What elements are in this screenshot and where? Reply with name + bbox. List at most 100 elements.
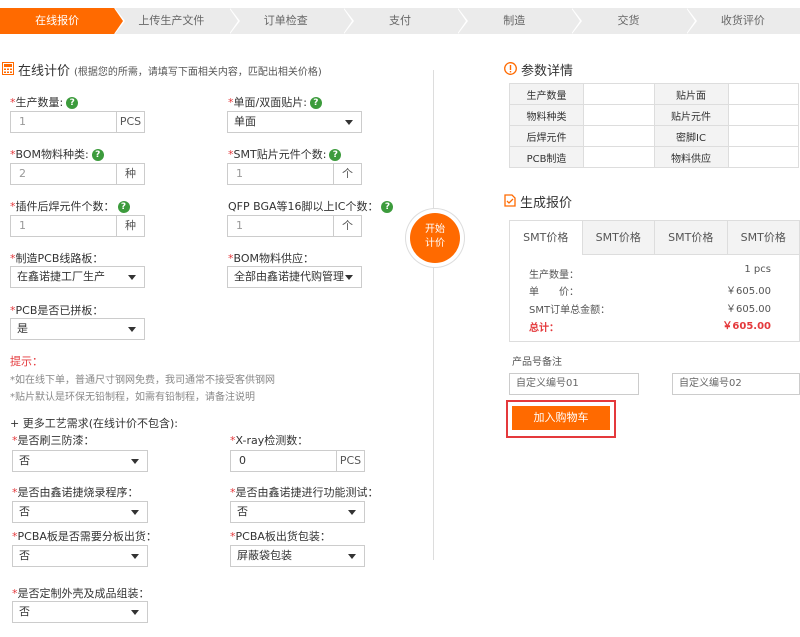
split-label: *PCBA板是否需要分板出货： <box>12 530 157 543</box>
plugin-label: *插件后焊元件个数：? <box>10 198 130 214</box>
step-delivery[interactable]: 交货 <box>571 8 697 34</box>
step-order-check[interactable]: 订单检查 <box>228 8 355 34</box>
table-row: PCB制造 物料供应 <box>509 146 799 168</box>
dropdown-arrow-icon <box>131 554 139 559</box>
burn-select[interactable]: 否 <box>12 501 148 523</box>
quote-header: 生成报价 <box>504 192 572 211</box>
tip-line-1: *如在线下单，普通尺寸钢网免费，我司通常不接受客供钢网 <box>10 375 275 386</box>
smt-input[interactable]: 1个 <box>227 163 362 185</box>
help-icon[interactable]: ? <box>329 149 342 161</box>
dropdown-arrow-icon <box>128 275 136 280</box>
pack-select[interactable]: 屏蔽袋包装 <box>230 545 365 567</box>
custom-code-1-input[interactable]: 自定义编号01 <box>509 373 639 395</box>
plugin-unit: 种 <box>116 216 144 236</box>
pcb-select[interactable]: 在鑫诺捷工厂生产 <box>10 266 145 288</box>
panel-label: *PCB是否已拼板： <box>10 304 104 317</box>
qfp-label: QFP BGA等16脚以上IC个数：? <box>228 198 394 214</box>
dropdown-arrow-icon <box>345 275 353 280</box>
coat-label: *是否刷三防漆： <box>12 434 95 447</box>
dropdown-arrow-icon <box>131 459 139 464</box>
help-icon[interactable]: ? <box>381 201 394 213</box>
dropdown-arrow-icon <box>131 510 139 515</box>
qty-label: *生产数量:? <box>10 94 79 110</box>
smt-unit: 个 <box>333 164 361 184</box>
price-tab-3[interactable]: SMT价格 <box>654 221 727 255</box>
test-label: *是否由鑫诺捷进行功能测试： <box>230 486 379 499</box>
params-title: 参数详情 <box>521 64 574 79</box>
help-icon[interactable]: ? <box>117 201 130 213</box>
xray-unit: PCS <box>336 451 364 471</box>
quote-unit-value: ￥605.00 <box>726 286 771 297</box>
smt-label: *SMT贴片元件个数:? <box>228 146 342 162</box>
quote-qty-value: 1 pcs <box>744 264 771 275</box>
params-table: 生产数量 贴片面 物料种类 贴片元件 后焊元件 密脚IC PCB制造 物料供应 <box>509 83 799 168</box>
burn-label: *是否由鑫诺捷烧录程序： <box>12 486 139 499</box>
supply-label: *BOM物料供应： <box>228 252 315 265</box>
panel-select[interactable]: 是 <box>10 318 145 340</box>
qfp-input[interactable]: 1个 <box>227 215 362 237</box>
plugin-input[interactable]: 1种 <box>10 215 145 237</box>
step-review[interactable]: 收货评价 <box>685 8 800 34</box>
test-select[interactable]: 否 <box>230 501 365 523</box>
qfp-unit: 个 <box>333 216 361 236</box>
coat-select[interactable]: 否 <box>12 450 148 472</box>
bom-label: *BOM物料种类:? <box>10 146 104 162</box>
price-tab-4[interactable]: SMT价格 <box>726 221 799 255</box>
pcb-label: *制造PCB线路板： <box>10 252 104 265</box>
order-progress-steps: 在线报价 上传生产文件 订单检查 支付 制造 交货 收货评价 <box>0 8 800 34</box>
table-row: 后焊元件 密脚IC <box>509 125 799 147</box>
info-icon <box>504 62 517 75</box>
quote-smt-total-value: ￥605.00 <box>726 304 771 315</box>
table-row: 生产数量 贴片面 <box>509 83 799 105</box>
step-online-quote[interactable]: 在线报价 <box>0 8 126 34</box>
more-requirements-title[interactable]: + 更多工艺需求(在线计价不包含): <box>10 415 178 431</box>
quote-unit-label: 单 价： <box>529 287 579 298</box>
add-to-cart-button[interactable]: 加入购物车 <box>512 406 610 430</box>
vertical-divider <box>433 70 434 560</box>
quote-total-value: ￥605.00 <box>722 321 771 332</box>
custom-code-2-input[interactable]: 自定义编号02 <box>672 373 800 395</box>
dropdown-arrow-icon <box>131 610 139 615</box>
dropdown-arrow-icon <box>348 554 356 559</box>
table-row: 物料种类 贴片元件 <box>509 104 799 126</box>
dropdown-arrow-icon <box>128 327 136 332</box>
xray-input[interactable]: 0 PCS <box>230 450 365 472</box>
step-payment[interactable]: 支付 <box>342 8 469 34</box>
step-manufacture[interactable]: 制造 <box>457 8 583 34</box>
product-note-label: 产品号备注 <box>512 357 562 368</box>
quote-qty-label: 生产数量： <box>529 270 579 281</box>
quote-panel: SMT价格 SMT价格 SMT价格 SMT价格 生产数量： 1 pcs 单 价：… <box>509 220 800 342</box>
tip-line-2: *贴片默认是环保无铅制程，如需有铅制程，请备注说明 <box>10 392 255 403</box>
price-tab-1[interactable]: SMT价格 <box>510 221 582 255</box>
shell-select[interactable]: 否 <box>12 601 148 623</box>
side-select[interactable]: 单面 <box>227 111 362 133</box>
xray-label: *X-ray检测数： <box>230 434 309 447</box>
price-tab-2[interactable]: SMT价格 <box>581 221 654 255</box>
shell-label: *是否定制外壳及成品组装： <box>12 587 150 600</box>
bom-unit: 种 <box>116 164 144 184</box>
params-header: 参数详情 <box>504 60 573 79</box>
help-icon[interactable]: ? <box>309 97 322 109</box>
step-upload-files[interactable]: 上传生产文件 <box>114 8 240 34</box>
quote-document-icon <box>504 194 516 207</box>
dropdown-arrow-icon <box>345 120 353 125</box>
supply-select[interactable]: 全部由鑫诺捷代购管理 <box>227 266 362 288</box>
help-icon[interactable]: ? <box>66 97 79 109</box>
dropdown-arrow-icon <box>348 510 356 515</box>
qty-unit: PCS <box>116 112 144 132</box>
pack-label: *PCBA板出货包装： <box>230 530 331 543</box>
online-quote-header: 在线计价 (根据您的所需，请填写下面相关内容，匹配出相关价格) <box>2 60 322 79</box>
bom-input[interactable]: 2种 <box>10 163 145 185</box>
start-quote-button[interactable]: 开始 计价 <box>410 213 460 263</box>
quote-title: 生成报价 <box>520 196 573 211</box>
quote-smt-total-label: SMT订单总金额： <box>529 305 611 316</box>
help-icon[interactable]: ? <box>91 149 104 161</box>
page-subtitle: (根据您的所需，请填写下面相关内容，匹配出相关价格) <box>74 67 322 78</box>
side-label: *单面/双面贴片:? <box>228 94 322 110</box>
calculator-icon <box>2 62 14 75</box>
tips-title: 提示： <box>10 355 43 368</box>
page-title: 在线计价 <box>18 64 71 79</box>
split-select[interactable]: 否 <box>12 545 148 567</box>
quote-total-label: 总计： <box>529 323 559 334</box>
qty-input[interactable]: 1 PCS <box>10 111 145 133</box>
